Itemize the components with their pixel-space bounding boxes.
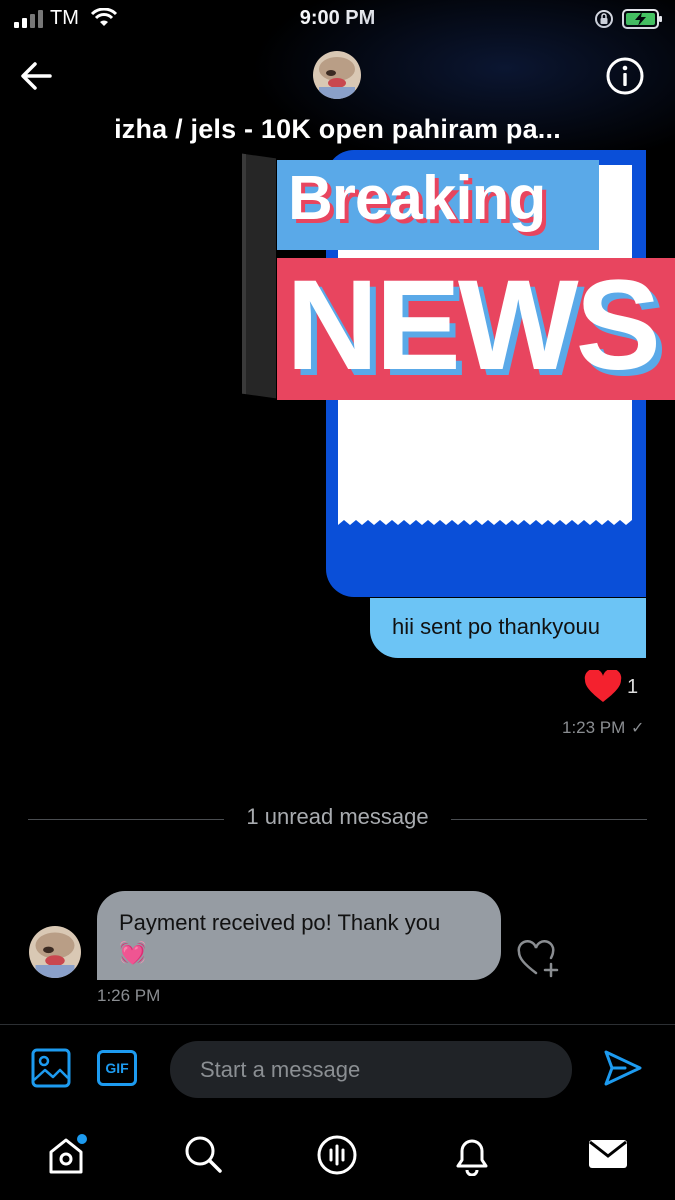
send-icon[interactable] [603, 1048, 643, 1088]
messages-icon[interactable] [587, 1134, 629, 1174]
heart-icon[interactable] [584, 670, 622, 704]
avatar[interactable] [313, 51, 361, 99]
avatar-image [29, 926, 81, 978]
info-icon[interactable] [605, 56, 645, 96]
sent-message-text: hii sent po thankyouu [392, 614, 600, 639]
news-text: NEWS [286, 254, 661, 397]
search-icon[interactable] [183, 1134, 223, 1174]
receipt-edge [338, 513, 632, 525]
sender-avatar[interactable] [29, 926, 81, 978]
received-message-text: Payment received po! Thank you 💓 [119, 908, 489, 968]
image-card-edge [242, 153, 276, 399]
like-count: 1 [627, 676, 639, 698]
sent-timestamp: 1:23 PM [562, 718, 626, 737]
notifications-icon[interactable] [452, 1134, 492, 1176]
image-icon[interactable] [31, 1048, 71, 1088]
received-message-body: Payment received po! Thank you [119, 910, 441, 935]
avatar-image [313, 51, 361, 99]
unread-divider-label: 1 unread message [246, 804, 429, 829]
breaking-text: Breaking [288, 164, 546, 233]
home-icon[interactable] [47, 1134, 89, 1176]
sent-check-icon: ✓ [631, 720, 645, 737]
received-message-emoji: 💓 [119, 940, 147, 965]
composer-divider [0, 1024, 675, 1025]
received-timestamp: 1:26 PM [97, 986, 161, 1005]
spaces-icon[interactable] [316, 1134, 358, 1176]
back-arrow-icon[interactable] [18, 58, 54, 94]
message-input[interactable] [170, 1041, 572, 1098]
gif-button[interactable]: GIF [97, 1050, 137, 1086]
conversation-title[interactable]: izha / jels - 10K open pahiram pa... [0, 114, 675, 145]
like-add-icon[interactable] [516, 940, 560, 978]
